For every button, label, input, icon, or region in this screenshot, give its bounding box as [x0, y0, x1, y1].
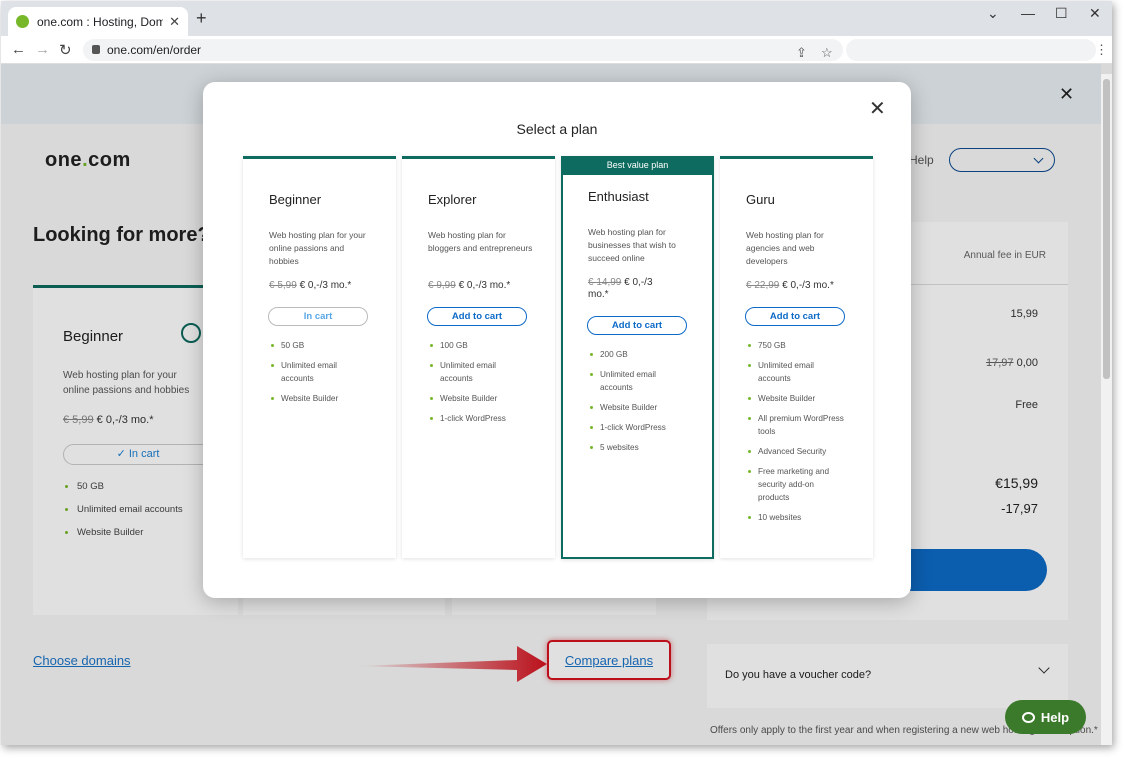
feature-item: 750 GB: [746, 339, 846, 352]
feature-item: Advanced Security: [746, 445, 846, 458]
reload-icon[interactable]: ↻: [59, 41, 72, 59]
plan-desc: Web hosting plan for businesses that wis…: [588, 227, 676, 263]
feature-list: 750 GB Unlimited email accounts Website …: [746, 339, 846, 531]
close-window-button[interactable]: ✕: [1089, 5, 1101, 22]
scroll-thumb[interactable]: [1103, 79, 1110, 379]
url-text: one.com/en/order: [107, 43, 202, 57]
plan-name: Enthusiast: [588, 189, 649, 204]
feature-item: Free marketing and security add-on produ…: [746, 465, 846, 504]
plan-name: Guru: [746, 192, 775, 207]
bookmark-star-icon[interactable]: ☆: [821, 42, 833, 64]
close-icon[interactable]: ✕: [869, 99, 886, 119]
select-plan-modal: ✕ Select a plan Beginner Web hosting pla…: [203, 82, 911, 598]
price: € 0,-/3 mo.*: [458, 280, 511, 291]
old-price: € 14,99: [588, 277, 622, 288]
feature-item: Unlimited email accounts: [746, 359, 846, 385]
maximize-button[interactable]: ☐: [1055, 5, 1068, 22]
feature-item: Website Builder: [269, 392, 369, 405]
minimize-button[interactable]: —: [1021, 5, 1035, 21]
feature-item: 200 GB: [588, 348, 688, 361]
plan-price: € 9,99 € 0,-/3 mo.*: [428, 280, 538, 292]
add-to-cart-button[interactable]: Add to cart: [587, 316, 687, 335]
feature-item: 5 websites: [588, 441, 688, 454]
plan-price: € 5,99 € 0,-/3 mo.*: [269, 280, 379, 292]
in-cart-button[interactable]: In cart: [268, 307, 368, 326]
share-icon[interactable]: ⇪: [796, 42, 807, 64]
help-label: Help: [1040, 709, 1070, 725]
feature-item: Website Builder: [588, 401, 688, 414]
feature-item: 50 GB: [269, 339, 369, 352]
lock-icon: [92, 45, 100, 54]
plan-name: Explorer: [428, 192, 477, 207]
browser-window: one.com : Hosting, Domain, Email ✕ + ⌄ —…: [1, 1, 1112, 745]
feature-item: 1-click WordPress: [588, 421, 688, 434]
old-price: € 9,99: [428, 280, 456, 291]
extension-area: [846, 39, 1096, 61]
plan-price: € 22,99 € 0,-/3 mo.*: [746, 280, 856, 292]
browser-tab[interactable]: one.com : Hosting, Domain, Email ✕: [8, 7, 188, 36]
forward-icon[interactable]: →: [35, 41, 50, 58]
best-value-badge: Best value plan: [561, 156, 714, 175]
url-field[interactable]: one.com/en/order ⇪ ☆: [83, 39, 843, 61]
page-scrollbar[interactable]: [1101, 74, 1112, 745]
back-icon[interactable]: ←: [11, 41, 26, 58]
new-tab-button[interactable]: +: [196, 8, 207, 29]
plan-desc: Web hosting plan for bloggers and entrep…: [428, 230, 533, 253]
feature-item: Unlimited email accounts: [588, 368, 688, 394]
favicon-icon: [16, 15, 29, 28]
menu-kebab-icon[interactable]: ⋮: [1095, 42, 1108, 58]
chat-bubble-icon: [1021, 711, 1035, 723]
feature-list: 50 GB Unlimited email accounts Website B…: [269, 339, 369, 412]
old-price: € 5,99: [269, 280, 297, 291]
feature-list: 100 GB Unlimited email accounts Website …: [428, 339, 528, 432]
feature-item: Website Builder: [746, 392, 846, 405]
close-tab-icon[interactable]: ✕: [169, 14, 180, 30]
feature-item: Unlimited email accounts: [428, 359, 528, 385]
price: € 0,-/3 mo.*: [782, 280, 834, 291]
feature-item: All premium WordPress tools: [746, 412, 846, 438]
plan-card-enthusiast: Best value plan Enthusiast Web hosting p…: [561, 156, 714, 559]
plan-desc: Web hosting plan for your online passion…: [269, 230, 366, 266]
add-to-cart-button[interactable]: Add to cart: [745, 307, 845, 326]
plan-desc: Web hosting plan for agencies and web de…: [746, 230, 824, 266]
plan-card-beginner: Beginner Web hosting plan for your onlin…: [243, 156, 396, 558]
tab-title: one.com : Hosting, Domain, Email: [37, 14, 164, 29]
modal-title: Select a plan: [516, 121, 598, 137]
tab-bar: one.com : Hosting, Domain, Email ✕ + ⌄ —…: [1, 1, 1112, 36]
feature-item: Unlimited email accounts: [269, 359, 369, 385]
add-to-cart-button[interactable]: Add to cart: [427, 307, 527, 326]
plan-card-explorer: Explorer Web hosting plan for bloggers a…: [402, 156, 555, 558]
address-bar: ← → ↻ one.com/en/order ⇪ ☆ ⋮: [1, 36, 1112, 64]
feature-item: 1-click WordPress: [428, 412, 528, 425]
feature-item: 10 websites: [746, 511, 846, 524]
old-price: € 22,99: [746, 280, 780, 291]
help-chat-button[interactable]: Help: [1005, 700, 1086, 734]
price: € 0,-/3 mo.*: [299, 280, 352, 291]
feature-item: 100 GB: [428, 339, 528, 352]
tab-search-icon[interactable]: ⌄: [987, 5, 999, 22]
feature-item: Website Builder: [428, 392, 528, 405]
plan-card-guru: Guru Web hosting plan for agencies and w…: [720, 156, 873, 558]
plan-name: Beginner: [269, 192, 322, 207]
feature-list: 200 GB Unlimited email accounts Website …: [588, 348, 688, 461]
plan-price: € 14,99 € 0,-/3 mo.*: [588, 277, 668, 301]
